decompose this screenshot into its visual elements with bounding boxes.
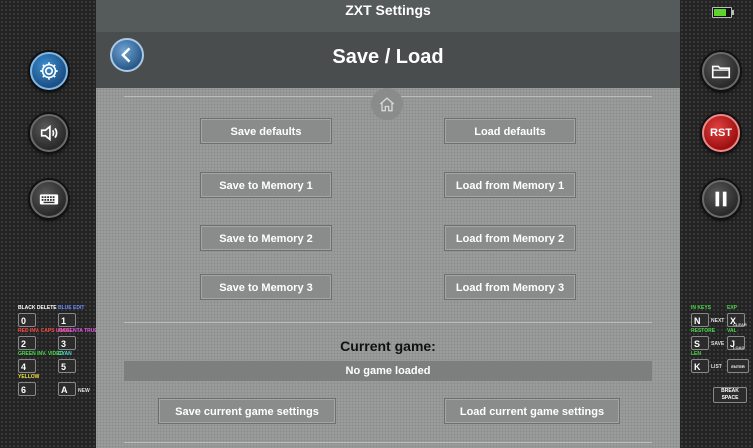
save-memory-1-button[interactable]: Save to Memory 1 [200, 172, 332, 198]
key-keyword: NEXT [711, 318, 725, 324]
title-bar: ZXT Settings [96, 0, 680, 33]
key-3[interactable]: MAGENTA TRUE VIDEO 3 [58, 329, 115, 351]
pause-button[interactable] [702, 180, 740, 218]
home-button[interactable] [371, 88, 403, 120]
key-label: EXP [727, 305, 738, 311]
key-s[interactable]: RESTORE S SAVE [691, 328, 725, 351]
key-cap: A [58, 382, 76, 396]
settings-button[interactable] [30, 52, 68, 90]
key-label: BLACK DELETE [18, 305, 57, 311]
key-cap: N [691, 313, 709, 327]
key-n[interactable]: IN KEYS N NEXT [691, 305, 725, 328]
open-file-button[interactable] [702, 52, 740, 90]
key-cap: K [691, 359, 709, 373]
save-memory-2-button[interactable]: Save to Memory 2 [200, 225, 332, 251]
key-2[interactable]: RED INV. CAPS LOCK 2 [18, 329, 70, 351]
page-header: Save / Load [96, 32, 680, 88]
key-cap: 6 [18, 382, 36, 396]
key-keyword: SAVE [711, 341, 725, 347]
key-label: VAL [727, 328, 737, 334]
right-keys-col2: EXP X CLEAR VAL J LOAD ENTER [727, 306, 753, 375]
key-keyword: CLEAR [733, 322, 747, 327]
key-cap: 3 [58, 336, 76, 350]
save-defaults-button[interactable]: Save defaults [200, 118, 332, 144]
reset-button[interactable]: RST [702, 114, 740, 152]
key-cap: 0 [18, 313, 36, 327]
left-keys-col2: BLUE EDIT 1 MAGENTA TRUE VIDEO 3 CYAN 5 … [58, 306, 115, 398]
save-load-panel: Save defaults Load defaults Save to Memo… [96, 88, 680, 448]
key-enter[interactable]: ENTER [727, 352, 753, 374]
key-cap: 1 [58, 313, 76, 327]
key-keyword: LIST [711, 364, 722, 370]
game-status: No game loaded [124, 361, 652, 381]
battery-icon [712, 7, 734, 18]
reset-label: RST [710, 127, 732, 139]
pause-icon [715, 191, 727, 207]
load-memory-2-button[interactable]: Load from Memory 2 [444, 225, 576, 251]
save-game-settings-button[interactable]: Save current game settings [158, 398, 336, 424]
speaker-icon [40, 124, 58, 142]
left-keys-col1: BLACK DELETE 0 RED INV. CAPS LOCK 2 GREE… [18, 306, 70, 398]
load-defaults-button[interactable]: Load defaults [444, 118, 576, 144]
key-4[interactable]: GREEN INV. VIDEO 4 [18, 352, 63, 374]
key-a[interactable]: NEW A [58, 375, 92, 397]
key-cap: 5 [58, 359, 76, 373]
key-label: RESTORE [691, 328, 716, 334]
break-label: BREAK [721, 388, 739, 394]
back-button[interactable] [110, 38, 144, 72]
home-icon [379, 97, 395, 112]
key-cap: BREAK SPACE [713, 387, 747, 403]
right-keys-col1: IN KEYS N NEXT RESTORE S SAVE LEN K LIST… [691, 305, 747, 403]
key-x[interactable]: EXP X CLEAR [727, 306, 753, 328]
current-game-label: Current game: [340, 338, 436, 354]
chevron-left-icon [121, 47, 131, 63]
key-k[interactable]: LEN K LIST [691, 351, 722, 374]
key-label: GREEN INV. VIDEO [18, 351, 64, 357]
sound-button[interactable] [30, 114, 68, 152]
key-5[interactable]: CYAN 5 [58, 352, 92, 374]
divider [124, 322, 652, 323]
key-1[interactable]: BLUE EDIT 1 [58, 306, 92, 328]
load-memory-3-button[interactable]: Load from Memory 3 [444, 274, 576, 300]
save-memory-3-button[interactable]: Save to Memory 3 [200, 274, 332, 300]
key-label: YELLOW [18, 374, 40, 380]
key-label: NEW [78, 388, 90, 394]
key-label: BLUE EDIT [58, 305, 85, 311]
app-title: ZXT Settings [345, 2, 431, 18]
folder-icon [711, 65, 731, 79]
key-label: LEN [691, 351, 701, 357]
space-label: SPACE [721, 395, 739, 401]
keyboard-button[interactable] [30, 180, 68, 218]
key-cap: S [691, 336, 709, 350]
key-space[interactable]: BREAK SPACE [691, 375, 747, 403]
key-cap: ENTER [727, 359, 749, 373]
key-0[interactable]: BLACK DELETE 0 [18, 306, 57, 328]
key-label: CYAN [58, 351, 72, 357]
key-6[interactable]: YELLOW 6 [18, 375, 52, 397]
keyboard-icon [39, 194, 59, 205]
page-title: Save / Load [332, 46, 444, 68]
load-game-settings-button[interactable]: Load current game settings [444, 398, 620, 424]
load-memory-1-button[interactable]: Load from Memory 1 [444, 172, 576, 198]
gear-icon [40, 62, 58, 80]
divider [124, 442, 652, 443]
key-label: IN KEYS [691, 305, 712, 311]
key-keyword: LOAD [733, 345, 745, 350]
key-cap: 2 [18, 336, 36, 350]
key-cap: 4 [18, 359, 36, 373]
key-j[interactable]: VAL J LOAD [727, 329, 753, 351]
